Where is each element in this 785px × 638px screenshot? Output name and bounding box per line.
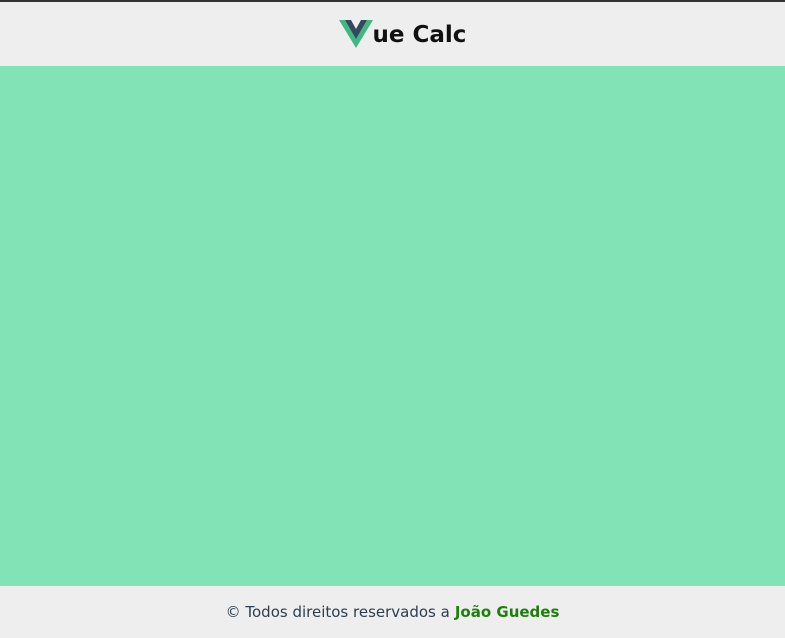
app-footer: © Todos direitos reservados a João Guede…	[0, 586, 785, 638]
app-header: ue Calc	[0, 2, 785, 66]
vue-logo-icon	[338, 19, 373, 48]
calculator-area	[0, 66, 785, 586]
app-brand: ue Calc	[338, 19, 467, 49]
copyright-text: © Todos direitos reservados a	[225, 603, 450, 621]
app-title: ue Calc	[372, 21, 467, 48]
author-link[interactable]: João Guedes	[455, 603, 560, 621]
